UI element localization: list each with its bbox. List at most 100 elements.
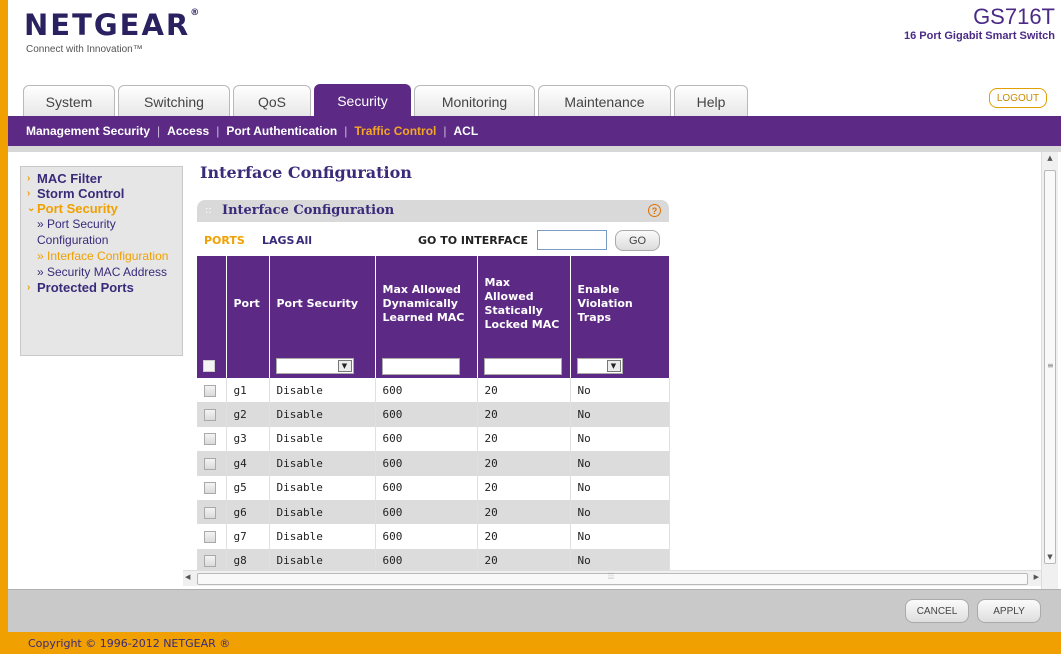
row-select-cell <box>197 402 227 427</box>
row-checkbox[interactable] <box>204 457 216 470</box>
max-static-mac-cell: 20 <box>477 378 571 403</box>
subnav-traffic-control[interactable]: Traffic Control <box>354 124 436 138</box>
port-cell: g6 <box>226 499 270 525</box>
row-checkbox[interactable] <box>204 409 216 422</box>
nav-port-security-configuration[interactable]: » Port Security Configuration <box>27 216 182 248</box>
max-dynamic-mac-input[interactable] <box>381 357 460 375</box>
row-select-cell <box>197 499 227 525</box>
interface-config-table: Port Port Security Max Allowed Dynamical… <box>197 256 670 574</box>
chevron-right-icon: › <box>27 282 31 293</box>
all-filter-link[interactable]: All <box>296 234 312 247</box>
row-checkbox[interactable] <box>204 555 216 568</box>
vertical-scroll-thumb[interactable]: ≡ <box>1044 170 1056 564</box>
scroll-down-icon[interactable]: ▼ <box>1042 553 1058 567</box>
row-checkbox[interactable] <box>204 506 216 519</box>
chevron-down-icon: ⌄ <box>27 203 36 214</box>
help-icon[interactable]: ? <box>648 204 661 217</box>
vertical-scrollbar[interactable]: ▲ ≡ ▼ <box>1041 152 1058 589</box>
header-port-security: Port Security <box>269 256 376 352</box>
subnav-management-security[interactable]: Management Security <box>26 124 150 138</box>
logout-button[interactable]: LOGOUT <box>989 88 1047 108</box>
select-all-checkbox[interactable] <box>203 360 215 372</box>
tab-monitoring[interactable]: Monitoring <box>414 85 535 117</box>
violation-traps-cell: No <box>570 451 670 476</box>
horizontal-scroll-thumb[interactable]: ⦙⦙⦙ <box>197 572 1028 585</box>
header-violation-traps: Enable Violation Traps <box>570 256 669 352</box>
panel-header: :: Interface Configuration ? <box>197 200 669 222</box>
horizontal-scrollbar[interactable]: ◀ ⦙⦙⦙ ▶ <box>183 570 1041 586</box>
table-row: g4 Disable 600 20 No <box>197 451 670 476</box>
go-button[interactable]: GO <box>615 230 660 251</box>
row-checkbox[interactable] <box>204 531 216 544</box>
nav-interface-configuration[interactable]: » Interface Configuration <box>27 248 182 264</box>
go-to-interface-label: GO TO INTERFACE <box>418 234 529 247</box>
table-row: g6 Disable 600 20 No <box>197 499 670 525</box>
max-static-mac-cell: 20 <box>477 451 571 476</box>
nav-port-security[interactable]: ⌄ Port Security <box>27 201 182 216</box>
panel-title: Interface Configuration <box>222 203 395 218</box>
lags-filter-link[interactable]: LAGS <box>262 234 294 247</box>
model-name: GS716T <box>973 4 1055 29</box>
nav-storm-control[interactable]: › Storm Control <box>27 186 182 201</box>
subnav-access[interactable]: Access <box>167 124 209 138</box>
tab-help[interactable]: Help <box>674 85 748 117</box>
chevron-right-icon: › <box>27 173 31 184</box>
max-dynamic-mac-cell: 600 <box>375 451 478 476</box>
subnav-separator: | <box>443 124 447 138</box>
select-all-cell <box>197 352 227 378</box>
apply-button[interactable]: APPLY <box>977 599 1041 623</box>
port-security-cell: Disable <box>269 499 376 525</box>
violation-traps-cell: No <box>570 475 670 500</box>
nav-mac-filter[interactable]: › MAC Filter <box>27 171 182 186</box>
chevron-down-icon: ▼ <box>337 360 352 372</box>
subnav-separator: | <box>157 124 161 138</box>
model-description: 16 Port Gigabit Smart Switch <box>904 30 1055 42</box>
table-row: g7 Disable 600 20 No <box>197 524 670 549</box>
go-to-interface-input[interactable] <box>537 230 607 250</box>
main-tabs: System Switching QoS Security Monitoring Main… <box>23 84 751 117</box>
footer: Copyright © 1996-2012 NETGEAR ® <box>8 632 1061 654</box>
port-cell: g1 <box>226 378 270 403</box>
header-port: Port <box>226 256 270 352</box>
security-control-cell: ▼ <box>269 352 376 378</box>
scroll-left-icon[interactable]: ◀ <box>185 573 190 581</box>
tab-qos[interactable]: QoS <box>233 85 311 117</box>
max-dynamic-mac-cell: 600 <box>375 524 478 549</box>
violation-traps-cell: No <box>570 524 670 549</box>
row-checkbox[interactable] <box>204 384 216 397</box>
row-select-cell <box>197 426 227 452</box>
ports-filter-link[interactable]: PORTS <box>204 234 245 247</box>
chevron-right-icon: › <box>27 188 31 199</box>
netgear-logo: NETGEAR® <box>24 8 200 42</box>
port-security-select[interactable]: ▼ <box>275 358 354 374</box>
tab-security[interactable]: Security <box>314 84 411 117</box>
left-navigation: › MAC Filter › Storm Control ⌄ Port Securit… <box>20 166 183 356</box>
scroll-up-icon[interactable]: ▲ <box>1042 154 1058 168</box>
tab-maintenance[interactable]: Maintenance <box>538 85 671 117</box>
drag-handle-icon: :: <box>205 205 212 216</box>
filter-row: PORTS LAGS All GO TO INTERFACE GO <box>197 224 669 256</box>
subnav-acl[interactable]: ACL <box>454 124 479 138</box>
scroll-right-icon[interactable]: ▶ <box>1034 573 1039 581</box>
subnav-port-authentication[interactable]: Port Authentication <box>226 124 337 138</box>
max-static-mac-cell: 20 <box>477 475 571 500</box>
table-row: g3 Disable 600 20 No <box>197 426 670 452</box>
cancel-button[interactable]: CANCEL <box>905 599 969 623</box>
tagline: Connect with Innovation™ <box>26 44 143 55</box>
port-security-cell: Disable <box>269 378 376 403</box>
row-select-cell <box>197 451 227 476</box>
max-static-mac-cell: 20 <box>477 402 571 427</box>
violation-traps-cell: No <box>570 426 670 452</box>
tab-switching[interactable]: Switching <box>118 85 230 117</box>
port-cell: g2 <box>226 402 270 427</box>
row-select-cell <box>197 475 227 500</box>
row-checkbox[interactable] <box>204 482 216 495</box>
tab-system[interactable]: System <box>23 85 115 117</box>
row-checkbox[interactable] <box>204 433 216 446</box>
port-security-cell: Disable <box>269 475 376 500</box>
nav-security-mac-address[interactable]: » Security MAC Address <box>27 264 182 280</box>
nav-protected-ports[interactable]: › Protected Ports <box>27 280 182 295</box>
table-header-row: Port Port Security Max Allowed Dynamical… <box>197 256 669 352</box>
violation-traps-select[interactable]: ▼ <box>576 358 623 374</box>
max-static-mac-input[interactable] <box>483 357 562 375</box>
